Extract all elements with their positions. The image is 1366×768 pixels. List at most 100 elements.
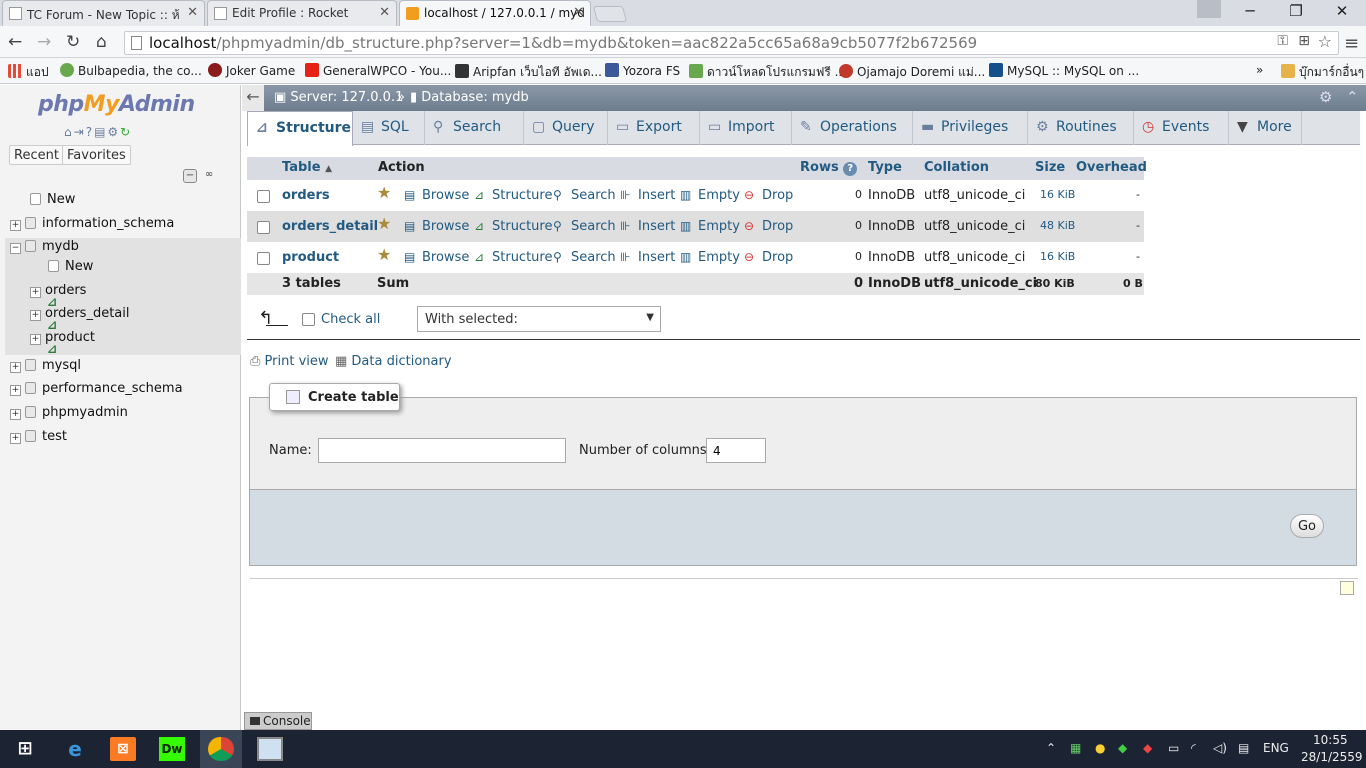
restore-icon[interactable]: ❐ [1276, 2, 1316, 20]
table-name-input[interactable] [318, 438, 566, 463]
browser-tab-tc-forum[interactable]: TC Forum - New Topic :: ห้ ✕ [2, 0, 205, 26]
row-size-link[interactable]: 48 KiB [1040, 219, 1075, 232]
clock-date[interactable]: 28/1/2559 [1301, 750, 1363, 764]
reload-nav-icon[interactable]: ↻ [120, 125, 132, 139]
with-selected-select[interactable]: With selected: ▼ [417, 306, 661, 332]
tray-app-icon[interactable]: ▦ [1070, 741, 1081, 755]
action-drop[interactable]: ⊖ Drop [744, 219, 793, 234]
action-search[interactable]: ⚲ Search [553, 188, 616, 203]
action-browse[interactable]: ▤ Browse [404, 219, 469, 234]
settings-gear-icon[interactable]: ⚙ [1319, 88, 1332, 106]
tree-item-mydb[interactable]: − mydb [10, 239, 79, 254]
tree-item-mysql[interactable]: + mysql [10, 358, 81, 373]
tab-export[interactable]: ▭ Export [608, 111, 700, 145]
chrome-icon[interactable] [208, 737, 234, 761]
help-icon[interactable]: ? [843, 162, 858, 176]
close-icon[interactable]: ✕ [379, 5, 390, 20]
battery-icon[interactable]: ▭ [1168, 741, 1179, 755]
docs-icon[interactable]: ▤ [94, 125, 107, 139]
header-table[interactable]: Table ▲ [278, 157, 374, 180]
bookmark-aripfan[interactable]: Aripfan เว็บไอที อัพเด... [455, 63, 602, 82]
page-info-icon[interactable] [131, 36, 142, 50]
bookmark-apps[interactable]: แอป [8, 63, 49, 82]
language-indicator[interactable]: ENG [1263, 741, 1289, 755]
tree-item-orders-detail[interactable]: + ⊿ orders_detail [30, 306, 129, 332]
logout-icon[interactable]: ⇥ [74, 125, 86, 139]
address-bar[interactable]: localhost/phpmyadmin/db_structure.php?se… [124, 31, 1339, 55]
tree-item-mydb-new[interactable]: New [48, 259, 93, 274]
favorite-star-icon[interactable]: ★ [377, 245, 391, 264]
volume-icon[interactable]: ◁) [1213, 741, 1227, 755]
close-icon[interactable]: ✕ [187, 5, 198, 20]
action-empty[interactable]: ▥ Empty [680, 219, 740, 234]
translate-icon[interactable]: ⊞ [1298, 33, 1310, 49]
action-drop[interactable]: ⊖ Drop [744, 188, 793, 203]
tray-app-icon[interactable]: ● [1095, 741, 1105, 755]
xampp-icon[interactable]: ⊠ [110, 737, 136, 761]
notifications-icon[interactable]: ▤ [1238, 741, 1249, 755]
dreamweaver-icon[interactable]: Dw [159, 737, 185, 761]
expand-icon[interactable]: + [10, 220, 21, 231]
forward-icon[interactable]: → [37, 32, 51, 52]
go-button[interactable]: Go [1290, 514, 1324, 538]
check-all-label[interactable]: Check all [321, 312, 380, 327]
star-bookmark-icon[interactable]: ☆ [1318, 32, 1332, 51]
expand-icon[interactable]: + [10, 433, 21, 444]
menu-icon[interactable]: ≡ [1344, 33, 1359, 54]
table-name-link[interactable]: product [282, 250, 339, 265]
collapse-icon[interactable]: − [10, 243, 21, 254]
show-hidden-icons[interactable]: ⌃ [1046, 741, 1056, 755]
header-type[interactable]: Type [864, 157, 920, 180]
expand-icon[interactable]: + [10, 385, 21, 396]
favorites-button[interactable]: Favorites [62, 145, 131, 165]
tab-privileges[interactable]: ▬ Privileges [913, 111, 1028, 145]
favorite-star-icon[interactable]: ★ [377, 214, 391, 233]
table-name-link[interactable]: orders [282, 188, 330, 203]
action-empty[interactable]: ▥ Empty [680, 250, 740, 265]
tree-item-performance-schema[interactable]: + performance_schema [10, 381, 183, 396]
edge-icon[interactable]: e [62, 737, 88, 761]
bookmarks-overflow-chevron[interactable]: » [1256, 63, 1263, 77]
tree-item-orders[interactable]: + ⊿ orders [30, 283, 86, 309]
expand-icon[interactable]: + [30, 310, 41, 321]
console-toggle[interactable]: Console [244, 712, 312, 730]
print-view-link[interactable]: ⎙ Print view [250, 354, 329, 369]
header-rows[interactable]: Rows ? [796, 157, 864, 180]
header-size[interactable]: Size [1031, 157, 1072, 180]
minimize-icon[interactable]: ─ [1230, 2, 1270, 20]
action-search[interactable]: ⚲ Search [553, 219, 616, 234]
tab-routines[interactable]: ⚙ Routines [1028, 111, 1134, 145]
browser-tab-localhost[interactable]: localhost / 127.0.0.1 / myd ✕ [399, 0, 591, 26]
tree-item-information-schema[interactable]: + information_schema [10, 216, 174, 231]
row-checkbox[interactable] [257, 252, 270, 265]
tab-more[interactable]: ▼ More [1229, 111, 1302, 145]
tab-events[interactable]: ◷ Events [1134, 111, 1229, 145]
tab-search[interactable]: ⚲ Search [425, 111, 524, 145]
data-dictionary-link[interactable]: ▦ Data dictionary [335, 354, 452, 369]
row-checkbox[interactable] [257, 190, 270, 203]
breadcrumb-server[interactable]: ▣ Server: 127.0.0.1 [274, 90, 403, 105]
action-browse[interactable]: ▤ Browse [404, 250, 469, 265]
link-with-main-icon[interactable]: ∞ [202, 169, 216, 183]
help-icon[interactable]: ? [86, 125, 94, 139]
breadcrumb-database[interactable]: ▮ Database: mydb [410, 90, 529, 105]
expand-icon[interactable]: + [30, 334, 41, 345]
browser-tab-edit-profile[interactable]: Edit Profile : Rocket ✕ [207, 0, 397, 26]
expand-icon[interactable]: + [10, 362, 21, 373]
windows-start-icon[interactable]: ⊞ [12, 737, 38, 761]
action-search[interactable]: ⚲ Search [553, 250, 616, 265]
action-structure[interactable]: ⊿ Structure [474, 250, 552, 265]
action-drop[interactable]: ⊖ Drop [744, 250, 793, 265]
phpmyadmin-logo[interactable]: phpMyAdmin [38, 92, 195, 117]
recent-button[interactable]: Recent [9, 145, 64, 165]
header-collation[interactable]: Collation [920, 157, 1031, 180]
tab-import[interactable]: ▭ Import [700, 111, 792, 145]
new-tab-button[interactable] [592, 6, 628, 22]
action-insert[interactable]: ⊪ Insert [620, 250, 675, 265]
favorite-star-icon[interactable]: ★ [377, 183, 391, 202]
action-structure[interactable]: ⊿ Structure [474, 219, 552, 234]
profile-icon[interactable] [1197, 0, 1221, 18]
action-insert[interactable]: ⊪ Insert [620, 188, 675, 203]
tree-item-phpmyadmin[interactable]: + phpmyadmin [10, 405, 128, 420]
header-overhead[interactable]: Overhead [1072, 157, 1147, 180]
